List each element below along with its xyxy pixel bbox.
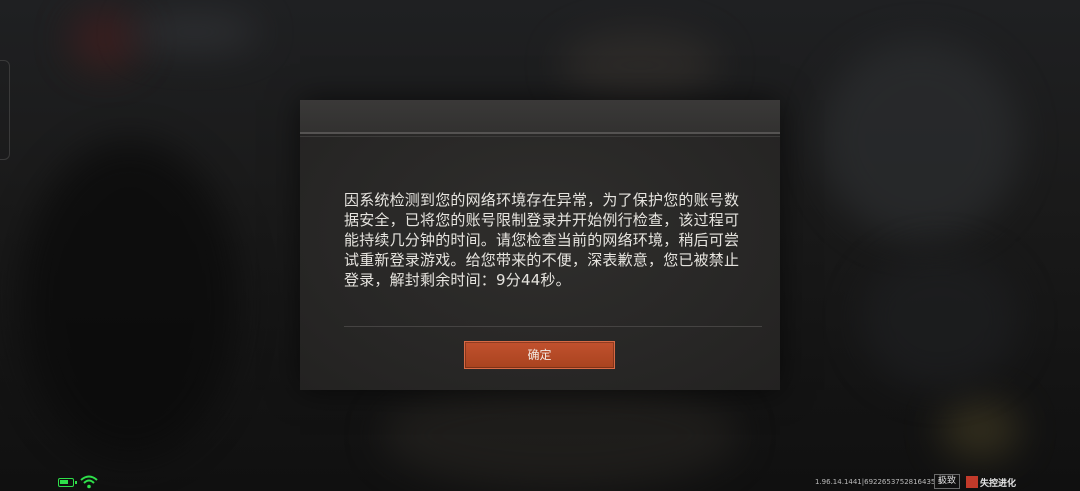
dialog-header (300, 100, 780, 132)
quality-badge: 极致 (934, 474, 961, 489)
logo-mark-icon (966, 476, 978, 488)
header-divider-thin (300, 136, 780, 137)
confirm-button[interactable]: 确定 (464, 341, 615, 369)
ban-notice-dialog: 因系统检测到您的网络环境存在异常，为了保护您的账号数据安全，已将您的账号限制登录… (300, 100, 780, 390)
game-logo: 失控进化 (966, 474, 1016, 490)
header-divider (300, 132, 780, 134)
wifi-icon (80, 475, 98, 489)
battery-icon (58, 478, 77, 487)
version-text: 1.96.14.1441|6922653752816435 3 (815, 478, 943, 486)
footer-divider (344, 326, 762, 327)
logo-text: 失控进化 (980, 478, 1017, 489)
battery-level-fill (60, 480, 68, 484)
dialog-message: 因系统检测到您的网络环境存在异常，为了保护您的账号数据安全，已将您的账号限制登录… (344, 191, 740, 289)
